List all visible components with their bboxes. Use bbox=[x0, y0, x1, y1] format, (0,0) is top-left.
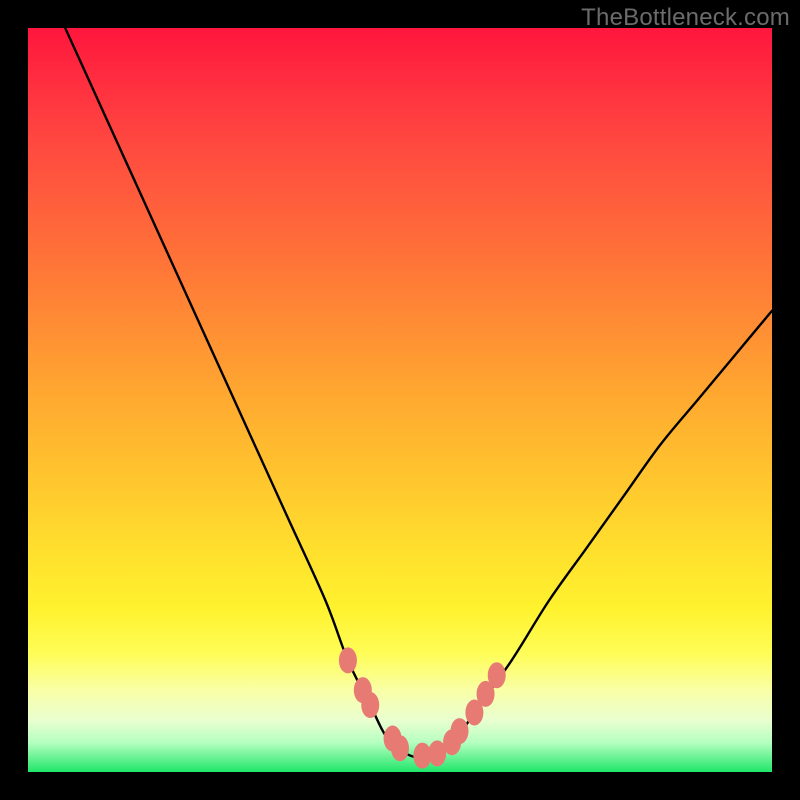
bottleneck-curve bbox=[65, 28, 772, 758]
highlight-node bbox=[339, 647, 357, 673]
highlight-node bbox=[361, 692, 379, 718]
highlight-node bbox=[451, 718, 469, 744]
highlight-nodes bbox=[339, 647, 506, 768]
chart-frame: TheBottleneck.com bbox=[0, 0, 800, 800]
watermark-text: TheBottleneck.com bbox=[581, 4, 790, 32]
curve-svg bbox=[28, 28, 772, 772]
highlight-node bbox=[488, 662, 506, 688]
plot-area bbox=[28, 28, 772, 772]
highlight-node bbox=[391, 735, 409, 761]
